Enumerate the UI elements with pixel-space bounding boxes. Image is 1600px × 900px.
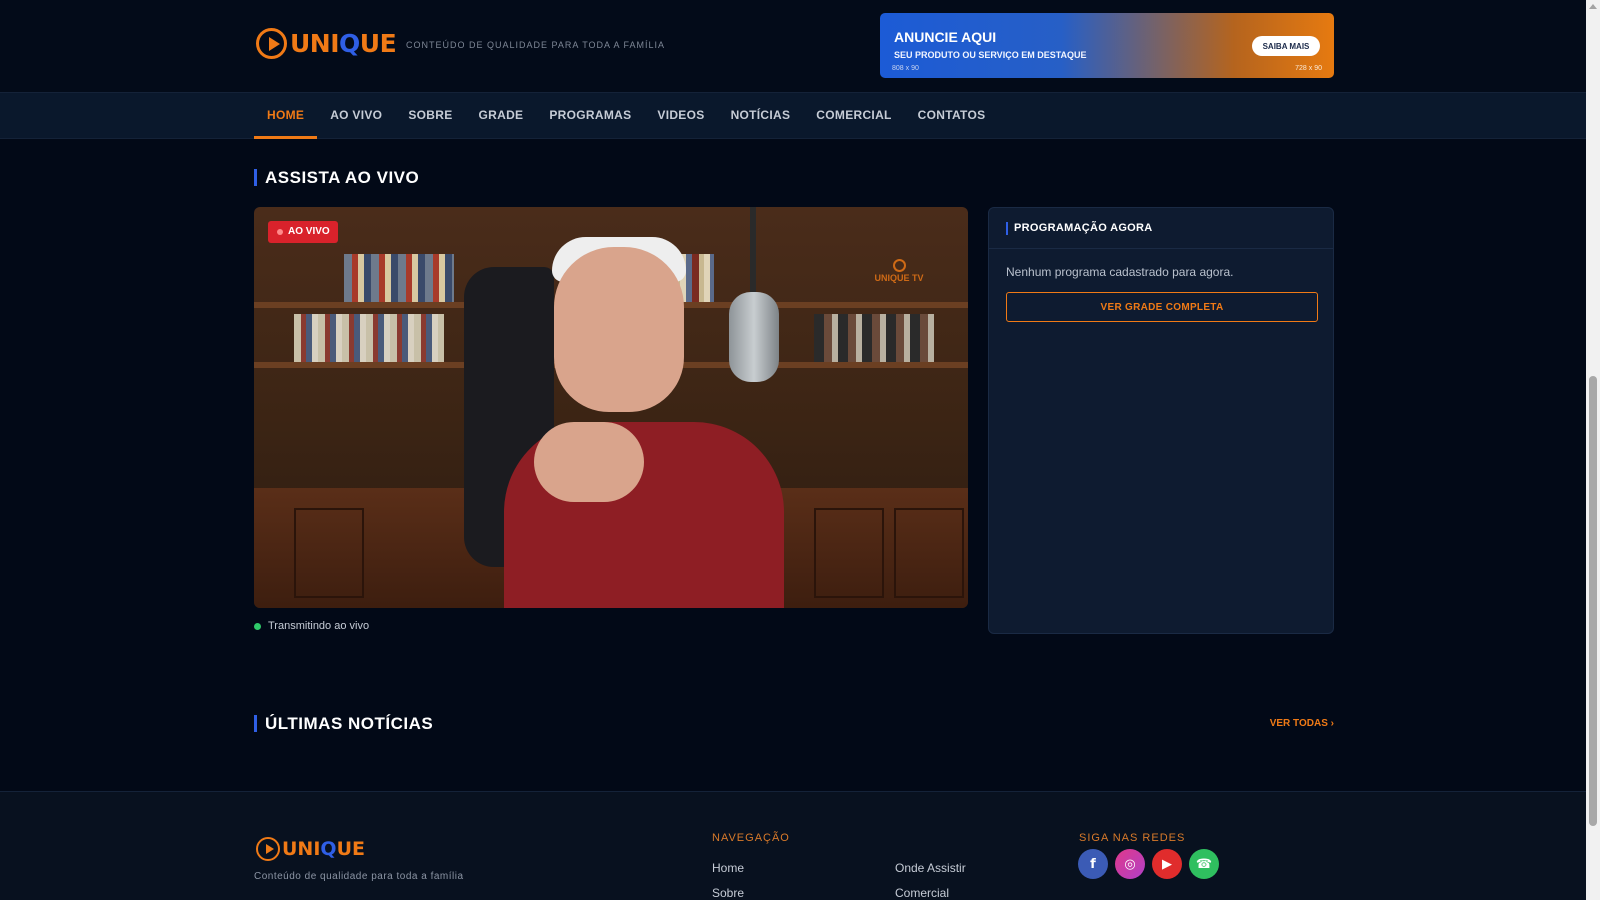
footer-link-onde-assistir[interactable]: Onde Assistir (895, 861, 966, 875)
video-books (814, 314, 934, 362)
main-nav: HOME AO VIVO SOBRE GRADE PROGRAMAS VIDEO… (0, 92, 1586, 139)
play-logo-icon (256, 28, 287, 59)
footer-nav-heading: NAVEGAÇÃO (712, 832, 790, 844)
watermark-play-icon (892, 259, 906, 272)
saiba-mais-button[interactable]: SAIBA MAIS (1252, 36, 1320, 56)
footer-link-comercial[interactable]: Comercial (895, 886, 949, 900)
footer-logo-text: UNIQUE (282, 838, 365, 860)
nav-item-ao-vivo[interactable]: AO VIVO (317, 93, 395, 139)
nav-item-comercial[interactable]: COMERCIAL (803, 93, 904, 139)
video-person-hand (534, 422, 644, 502)
footer-tagline: Conteúdo de qualidade para toda a famíli… (254, 871, 464, 882)
nav-item-videos[interactable]: VIDEOS (644, 93, 717, 139)
ad-size-right: 728 x 90 (1295, 65, 1322, 72)
live-badge: AO VIVO (268, 221, 338, 243)
nav-item-home[interactable]: HOME (254, 93, 318, 139)
schedule-title: PROGRAMAÇÃO AGORA (1006, 222, 1153, 235)
stream-status: Transmitindo ao vivo (254, 620, 369, 632)
nav-item-noticias[interactable]: NOTÍCIAS (718, 93, 804, 139)
video-books (344, 254, 454, 302)
facebook-icon[interactable]: f (1078, 849, 1108, 879)
footer-social-heading: SIGA NAS REDES (1079, 832, 1186, 844)
ad-banner[interactable]: ANUNCIE AQUI SEU PRODUTO OU SERVIÇO EM D… (880, 13, 1334, 78)
nav-item-contatos[interactable]: CONTATOS (905, 93, 999, 139)
live-section-title: ASSISTA AO VIVO (254, 168, 419, 188)
site-footer: UNIQUE Conteúdo de qualidade para toda a… (0, 791, 1586, 900)
social-links: f ◎ ▶ ☎ (1078, 849, 1219, 879)
online-dot-icon (254, 622, 261, 630)
ver-grade-completa-button[interactable]: VER GRADE COMPLETA (1006, 292, 1318, 322)
nav-item-programas[interactable]: PROGRAMAS (536, 93, 644, 139)
site-logo[interactable]: UNIQUE (256, 28, 397, 59)
footer-link-home[interactable]: Home (712, 861, 744, 875)
ver-todas-link[interactable]: VER TODAS › (1270, 718, 1334, 729)
youtube-icon[interactable]: ▶ (1152, 849, 1182, 879)
nav-item-sobre[interactable]: SOBRE (395, 93, 465, 139)
scrollbar-thumb[interactable] (1589, 376, 1597, 826)
scroll-up-arrow-icon[interactable] (1589, 4, 1597, 9)
footer-logo[interactable]: UNIQUE (256, 837, 365, 861)
schedule-empty-text: Nenhum programa cadastrado para agora. (1006, 265, 1234, 279)
video-books (294, 314, 444, 362)
video-person-head (554, 247, 684, 412)
channel-watermark: UNIQUE TV (874, 259, 924, 283)
site-tagline: CONTEÚDO DE QUALIDADE PARA TODA A FAMÍLI… (406, 40, 666, 50)
news-section-title: ÚLTIMAS NOTÍCIAS (254, 714, 433, 734)
stream-status-text: Transmitindo ao vivo (268, 620, 370, 632)
ad-size-left: 808 x 90 (892, 65, 919, 72)
page-scrollbar[interactable] (1586, 0, 1600, 900)
whatsapp-icon[interactable]: ☎ (1189, 849, 1219, 879)
schedule-panel: PROGRAMAÇÃO AGORA Nenhum programa cadast… (988, 207, 1334, 634)
site-header: UNIQUE CONTEÚDO DE QUALIDADE PARA TODA A… (0, 0, 1586, 92)
footer-link-sobre[interactable]: Sobre (712, 886, 744, 900)
video-mic-arm (750, 207, 756, 297)
logo-text: UNIQUE (290, 29, 397, 58)
video-microphone (729, 292, 779, 382)
schedule-header: PROGRAMAÇÃO AGORA (989, 208, 1333, 249)
ad-title: ANUNCIE AQUI (894, 29, 997, 45)
nav-item-grade[interactable]: GRADE (466, 93, 537, 139)
play-logo-icon (256, 837, 280, 861)
live-video-player[interactable]: UNIQUE TV AO VIVO (254, 207, 968, 608)
instagram-icon[interactable]: ◎ (1115, 849, 1145, 879)
ad-subtitle: SEU PRODUTO OU SERVIÇO EM DESTAQUE (894, 50, 1087, 60)
